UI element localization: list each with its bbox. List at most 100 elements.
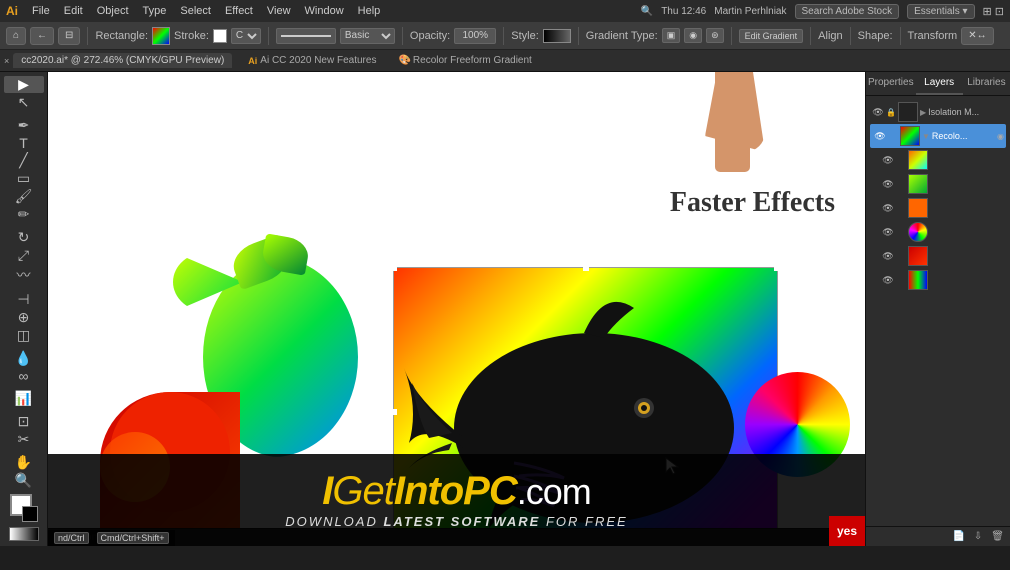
layer-eye-6[interactable]: 👁 [882, 226, 894, 238]
tool-gradient[interactable]: ◫ [4, 327, 44, 344]
tool-select[interactable]: ▶ [4, 76, 44, 93]
stroke-dropdown[interactable]: C [231, 28, 261, 44]
shortcut-item-1: nd/Ctrl [54, 532, 89, 544]
layer-expand-1[interactable]: ▶ [920, 108, 926, 117]
layer-eye-4[interactable]: 👁 [882, 178, 894, 190]
layer-row-6[interactable]: 👁 [870, 220, 1006, 244]
background-color[interactable] [22, 506, 38, 522]
tool-eyedrop[interactable]: 💧 [4, 350, 44, 367]
style-dropdown[interactable]: Basic [340, 28, 395, 44]
home-btn[interactable]: ⌂ [6, 27, 26, 45]
panel-icons[interactable]: ⊞ ⊡ [983, 5, 1005, 18]
layer-target-2[interactable]: ◉ [997, 132, 1004, 141]
gradient-type-btn-3[interactable]: ⊛ [706, 28, 724, 43]
tool-artboard[interactable]: ⊡ [4, 413, 44, 430]
menu-view[interactable]: View [261, 4, 297, 18]
tab-libraries[interactable]: Libraries [963, 72, 1010, 95]
layer-lock-1[interactable]: 🔒 [886, 107, 896, 117]
search-adobe-stock[interactable]: Search Adobe Stock [795, 4, 900, 19]
menu-file[interactable]: File [26, 4, 56, 18]
tab-new-features[interactable]: Ai Ai CC 2020 New Features [240, 53, 384, 68]
layer-lock-2[interactable] [888, 131, 898, 141]
tool-scale[interactable]: ⤢ [4, 247, 44, 264]
style-swatch[interactable] [543, 29, 571, 43]
menu-window[interactable]: Window [299, 4, 350, 18]
tab-properties[interactable]: Properties [866, 72, 916, 95]
gradient-type-btn-2[interactable]: ◉ [684, 28, 702, 43]
menu-effect[interactable]: Effect [219, 4, 259, 18]
layer-row-3[interactable]: 👁 [870, 148, 1006, 172]
essentials-btn[interactable]: Essentials ▾ [907, 4, 974, 19]
opacity-input[interactable] [454, 28, 496, 44]
tool-rotate[interactable]: ↻ [4, 229, 44, 246]
layer-lock-5[interactable] [896, 203, 906, 213]
layer-row-isolation[interactable]: 👁 🔒 ▶ Isolation M... [870, 100, 1006, 124]
menu-select[interactable]: Select [174, 4, 217, 18]
layer-row-recolor[interactable]: 👁 ▼ Recolo... ◉ [870, 124, 1006, 148]
layer-lock-8[interactable] [896, 275, 906, 285]
layer-eye-2[interactable]: 👁 [874, 130, 886, 142]
tool-blend[interactable]: ∞ [4, 368, 44, 384]
layer-lock-6[interactable] [896, 227, 906, 237]
logo-i: I [322, 469, 332, 513]
fill-swatch[interactable] [152, 27, 170, 45]
back-btn[interactable]: ← [30, 27, 54, 45]
color-mode-btn[interactable] [9, 527, 39, 541]
transform-icon[interactable]: ✕↔ [961, 27, 993, 45]
arrange-btn[interactable]: ⊟ [58, 27, 80, 45]
tool-rect[interactable]: ▭ [4, 170, 44, 187]
layer-eye-5[interactable]: 👁 [882, 202, 894, 214]
layer-row-7[interactable]: 👁 [870, 244, 1006, 268]
menu-object[interactable]: Object [91, 4, 135, 18]
tool-pencil[interactable]: ✏ [4, 206, 44, 223]
layer-row-5[interactable]: 👁 [870, 196, 1006, 220]
toolbar-sep-4 [503, 27, 504, 45]
tool-graph[interactable]: 📊 [4, 390, 44, 407]
tool-slice[interactable]: ✂ [4, 431, 44, 448]
tab-file[interactable]: cc2020.ai* @ 272.46% (CMYK/GPU Preview) [13, 53, 232, 68]
layer-lock-4[interactable] [896, 179, 906, 189]
menu-type[interactable]: Type [137, 4, 173, 18]
tool-shape-build[interactable]: ⊕ [4, 309, 44, 326]
transform-label: Transform [908, 30, 958, 42]
panel-tabs: Properties Layers Libraries [866, 72, 1010, 96]
canvas-area[interactable]: Faster Effects [48, 72, 865, 546]
layer-eye-8[interactable]: 👁 [882, 274, 894, 286]
layer-expand-2[interactable]: ▼ [922, 132, 930, 141]
watermark-logo: IGetIntoPC.com [322, 471, 591, 511]
tool-warp[interactable]: 〰 [4, 265, 44, 285]
layer-eye-1[interactable]: 👁 [872, 106, 884, 118]
yes-badge[interactable]: yes [829, 516, 865, 546]
layer-lock-7[interactable] [896, 251, 906, 261]
make-sublayer-btn[interactable]: 📄 [949, 530, 967, 543]
delete-layer-btn[interactable]: 🗑 [988, 530, 1007, 543]
tool-line[interactable]: ╱ [4, 152, 44, 169]
menu-search-icon[interactable]: 🔍 [641, 6, 653, 17]
menu-help[interactable]: Help [352, 4, 387, 18]
layer-row-4[interactable]: 👁 [870, 172, 1006, 196]
tool-zoom[interactable]: 🔍 [4, 472, 44, 489]
tool-hand[interactable]: ✋ [4, 454, 44, 471]
tool-pen[interactable]: ✒ [4, 117, 44, 134]
move-selection-btn[interactable]: ⇩ [971, 530, 985, 543]
tab-recolor[interactable]: 🎨 Recolor Freeform Gradient [390, 53, 539, 68]
tool-type[interactable]: T [4, 135, 44, 151]
tool-direct-select[interactable]: ↖ [4, 94, 44, 111]
stroke-line[interactable] [276, 28, 336, 44]
app-icon: Ai [6, 4, 18, 18]
logo-into: Into [394, 469, 463, 513]
stroke-swatch[interactable] [213, 29, 227, 43]
tool-width[interactable]: ⊣ [4, 291, 44, 308]
menu-edit[interactable]: Edit [58, 4, 89, 18]
layer-lock-3[interactable] [896, 155, 906, 165]
edit-gradient-btn[interactable]: Edit Gradient [739, 29, 804, 43]
tab-layers[interactable]: Layers [916, 72, 963, 95]
layer-eye-3[interactable]: 👁 [882, 154, 894, 166]
tab-close-btn[interactable]: × [4, 56, 9, 66]
subtitle-for-free: for Free [540, 514, 627, 529]
gradient-type-btn-1[interactable]: ▣ [662, 28, 681, 43]
tool-paintbrush[interactable]: 🖌 [4, 188, 44, 205]
layer-name-2: Recolo... [932, 131, 993, 141]
layer-eye-7[interactable]: 👁 [882, 250, 894, 262]
layer-row-8[interactable]: 👁 [870, 268, 1006, 292]
